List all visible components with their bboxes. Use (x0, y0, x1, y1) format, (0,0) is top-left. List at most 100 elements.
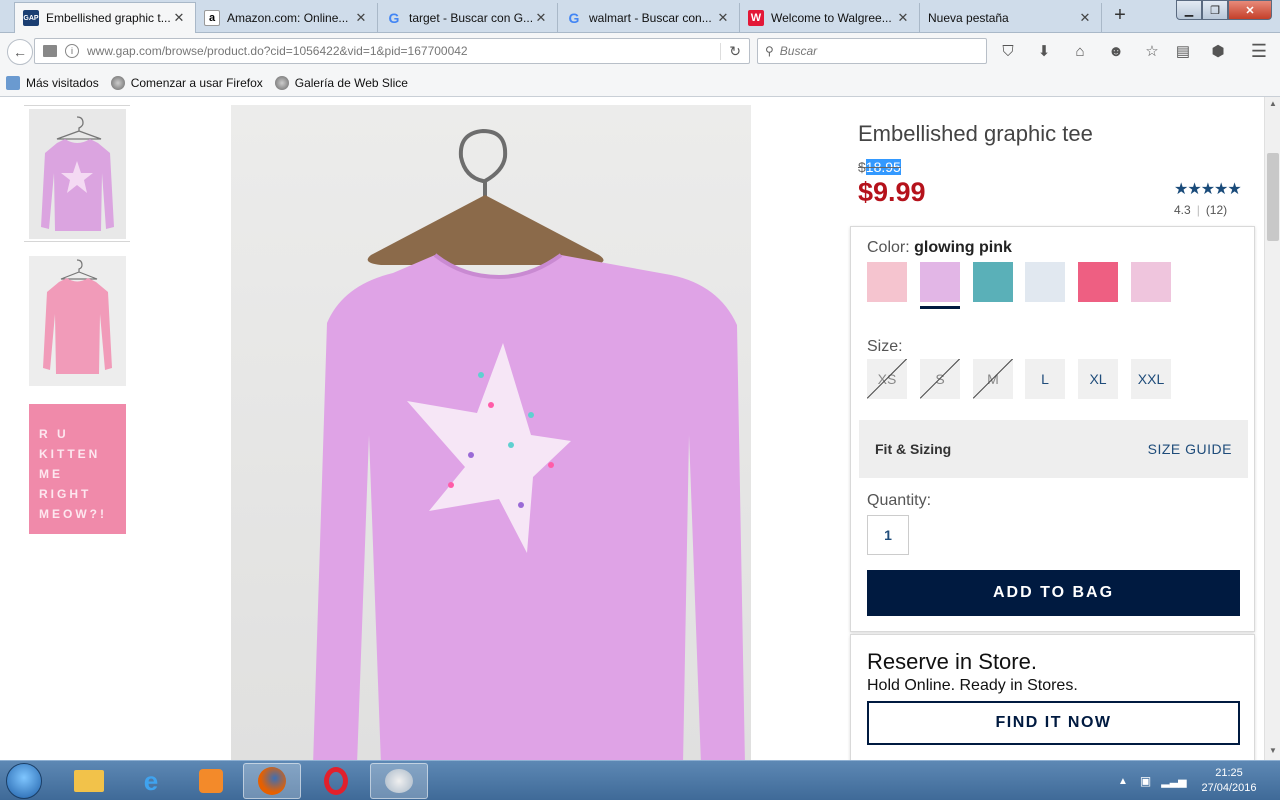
back-icon[interactable]: ← (7, 39, 33, 65)
page-scrollbar[interactable]: ▲ ▼ (1264, 97, 1280, 760)
start-button[interactable] (6, 763, 42, 799)
taskbar-opera[interactable] (307, 763, 365, 799)
quantity-select[interactable]: 1 (867, 515, 909, 555)
new-tab-icon[interactable]: + (1110, 5, 1130, 27)
show-hidden-icons-icon[interactable]: ▲ (1118, 776, 1128, 787)
add-to-bag-button[interactable]: ADD TO BAG (867, 570, 1240, 616)
color-label-text: Color: (867, 239, 910, 256)
tab-amazon[interactable]: a Amazon.com: Online... ✕ (196, 3, 378, 33)
pocket-icon[interactable]: ⛉ (998, 41, 1018, 61)
size-s-button[interactable]: S (920, 359, 960, 399)
size-guide-link[interactable]: SIZE GUIDE (1148, 441, 1232, 457)
firefox-icon (110, 75, 125, 90)
size-xxl-button[interactable]: XXL (1131, 359, 1171, 399)
product-title: Embellished graphic tee (858, 121, 1093, 146)
taskbar-firefox[interactable] (243, 763, 301, 799)
bookmarks-toolbar: Más visitados Comenzar a usar Firefox Ga… (0, 69, 1280, 97)
bookmark-folder-icon (6, 75, 20, 90)
taskbar-explorer[interactable] (60, 763, 118, 799)
bookmark-label: Galería de Web Slice (294, 75, 408, 90)
internet-explorer-icon: e (143, 765, 159, 796)
system-clock[interactable]: 21:25 27/04/2016 (1196, 766, 1262, 796)
rating-value: 4.3 (1174, 203, 1191, 217)
bookmark-star-icon[interactable]: ☆ (1142, 41, 1162, 61)
color-swatch[interactable] (867, 262, 907, 302)
search-bar[interactable]: ⚲ Buscar (757, 38, 987, 64)
google-logo-icon: G (388, 10, 400, 26)
thumbnail-3[interactable]: R U KITTEN ME RIGHT MEOW?! (29, 404, 126, 534)
size-xs-button[interactable]: XS (867, 359, 907, 399)
minimize-icon[interactable]: ▁ (1176, 0, 1202, 20)
close-window-icon[interactable]: ✕ (1228, 0, 1272, 20)
extension-icon[interactable]: ⬢ (1208, 41, 1228, 61)
taskbar-paint[interactable] (370, 763, 428, 799)
bookmark-web-slice[interactable]: Galería de Web Slice (274, 75, 408, 90)
size-label: Size: (867, 338, 903, 355)
color-swatch-selected[interactable] (920, 262, 960, 302)
firefox-icon (258, 767, 286, 795)
chat-icon[interactable]: ☻ (1106, 41, 1126, 61)
color-label: Color: glowing pink (867, 239, 1012, 257)
media-player-icon (199, 769, 223, 793)
scroll-down-icon[interactable]: ▼ (1267, 746, 1279, 758)
thumb-text: R U (39, 427, 69, 441)
color-swatch[interactable] (1131, 262, 1171, 302)
tab-label: target - Buscar con G... (409, 11, 533, 25)
bookmark-getting-started[interactable]: Comenzar a usar Firefox (110, 75, 263, 90)
close-icon[interactable]: ✕ (715, 10, 731, 26)
url-bar[interactable]: i www.gap.com/browse/product.do?cid=1056… (34, 38, 750, 64)
thumbnail-1[interactable] (29, 109, 126, 239)
info-icon[interactable]: i (65, 44, 79, 58)
quantity-label: Quantity: (867, 492, 932, 509)
bookmark-most-visited[interactable]: Más visitados (6, 75, 99, 90)
close-icon[interactable]: ✕ (533, 10, 549, 26)
thumbnail-2[interactable] (29, 256, 126, 386)
signal-icon[interactable]: ▂▃▅ (1161, 775, 1186, 788)
home-icon[interactable]: ⌂ (1070, 41, 1090, 61)
reading-list-icon[interactable]: ▤ (1173, 41, 1193, 61)
purchase-panel: Color: glowing pink Size: XS S M L XL XX… (850, 226, 1255, 632)
menu-icon[interactable]: ☰ (1249, 41, 1269, 61)
close-icon[interactable]: ✕ (353, 10, 369, 26)
color-swatch[interactable] (973, 262, 1013, 302)
reload-icon[interactable]: ↻ (720, 42, 741, 60)
opera-icon (324, 767, 348, 795)
find-it-now-button[interactable]: FIND IT NOW (867, 701, 1240, 745)
tab-walmart[interactable]: G walmart - Buscar con... ✕ (558, 3, 740, 33)
network-icon[interactable]: ▣ (1140, 774, 1151, 788)
close-icon[interactable]: ✕ (171, 10, 187, 26)
color-swatch[interactable] (1025, 262, 1065, 302)
rating-summary[interactable]: 4.3 | (12) (1174, 203, 1227, 217)
taskbar-ie[interactable]: e (122, 763, 180, 799)
thumb-text: MEOW?! (39, 507, 107, 521)
walgreens-logo-icon: W (748, 10, 764, 26)
tab-walgreens[interactable]: W Welcome to Walgree... ✕ (740, 3, 920, 33)
rating-stars-icon[interactable]: ★★★★★ (1174, 179, 1242, 199)
tab-new[interactable]: Nueva pestaña ✕ (920, 3, 1102, 33)
size-xl-button[interactable]: XL (1078, 359, 1118, 399)
tab-target[interactable]: G target - Buscar con G... ✕ (378, 3, 558, 33)
review-count: (12) (1205, 203, 1228, 217)
close-icon[interactable]: ✕ (895, 10, 911, 26)
bookmark-label: Más visitados (26, 75, 99, 90)
paint-icon (385, 769, 413, 793)
search-placeholder: Buscar (779, 44, 818, 58)
reserve-in-store-panel: Reserve in Store. Hold Online. Ready in … (850, 634, 1255, 760)
close-icon[interactable]: ✕ (1077, 10, 1093, 26)
download-icon[interactable]: ⬇ (1034, 41, 1054, 61)
reserve-title: Reserve in Store. (867, 649, 1037, 674)
size-m-button[interactable]: M (973, 359, 1013, 399)
color-swatch[interactable] (1078, 262, 1118, 302)
amazon-logo-icon: a (204, 10, 220, 26)
scroll-thumb[interactable] (1267, 153, 1279, 241)
scroll-up-icon[interactable]: ▲ (1267, 99, 1279, 111)
tab-gap[interactable]: GAP Embellished graphic t... ✕ (14, 2, 196, 33)
divider: | (1196, 203, 1200, 217)
product-main-image[interactable] (231, 105, 751, 760)
size-l-button[interactable]: L (1025, 359, 1065, 399)
taskbar-media-player[interactable] (182, 763, 240, 799)
divider (24, 105, 130, 106)
fit-sizing-bar[interactable]: Fit & Sizing SIZE GUIDE (859, 420, 1248, 478)
maximize-icon[interactable]: ❐ (1202, 0, 1228, 20)
thumb-text: RIGHT (39, 487, 92, 501)
